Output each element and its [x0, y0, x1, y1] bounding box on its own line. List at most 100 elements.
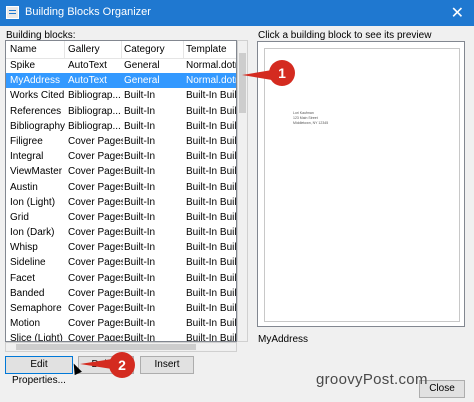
list-item[interactable]: Filigree Cover Pages Built-In Built-In Buil… — [6, 134, 236, 149]
cell-name: MyAddress — [10, 75, 61, 87]
cell-gallery: Bibliograp... — [68, 105, 121, 117]
cell-gallery: Cover Pages — [68, 318, 123, 330]
watermark: groovyPost.com — [316, 371, 428, 388]
cell-gallery: Cover Pages — [68, 135, 123, 147]
scroll-thumb[interactable] — [239, 53, 246, 113]
cell-gallery: Cover Pages — [68, 227, 123, 239]
cell-category: Built-In — [124, 120, 156, 132]
cell-category: Built-In — [124, 135, 156, 147]
edit-properties-button[interactable]: Edit Properties... — [5, 356, 73, 386]
scroll-thumb[interactable] — [16, 344, 196, 350]
cell-name: Semaphore — [10, 303, 62, 314]
cell-name: Ion (Light) — [10, 196, 56, 208]
cell-template: Built-In Buildi... — [186, 166, 237, 178]
cell-gallery: Cover Pages — [68, 257, 123, 269]
column-header-category[interactable]: Category — [124, 44, 165, 55]
cell-gallery: Cover Pages — [68, 303, 123, 314]
cell-category: General — [124, 60, 160, 71]
cell-category: Built-In — [124, 196, 156, 208]
cell-template: Built-In Buildi... — [186, 333, 237, 342]
cell-category: Built-In — [124, 242, 156, 254]
cell-gallery: AutoText — [68, 75, 107, 87]
cell-category: Built-In — [124, 211, 156, 223]
callout-arrow — [242, 70, 272, 80]
cell-name: Ion (Dark) — [10, 227, 55, 239]
cell-gallery: Cover Pages — [68, 211, 123, 223]
cell-name: Whisp — [10, 242, 38, 254]
column-header-template[interactable]: Template — [186, 44, 227, 55]
app-icon — [6, 6, 19, 19]
cell-category: General — [124, 75, 160, 87]
cell-template: Built-In Buildi... — [186, 318, 237, 330]
list-item[interactable]: References Bibliograp... Built-In Built-In … — [6, 104, 237, 119]
vertical-scrollbar[interactable] — [237, 40, 248, 342]
list-item[interactable]: Motion Cover PagesBuilt-In Built-In Buildi… — [6, 316, 237, 331]
cell-category: Built-In — [124, 318, 156, 330]
cell-gallery: Bibliograp... — [68, 90, 121, 102]
cell-name: Facet — [10, 272, 36, 284]
callout-badge-1: 1 — [269, 60, 295, 86]
callout-arrow — [80, 359, 112, 369]
list-item[interactable]: Banded Cover PagesBuilt-In Built-In Buildi… — [6, 286, 237, 301]
preview-page: Lori Kaufman 123 Main Street Middletown,… — [264, 48, 460, 322]
cell-name: References — [10, 105, 62, 117]
list-item[interactable]: Bibliography Bibliograp... Built-In Built-I… — [6, 119, 237, 134]
cell-gallery: Cover Pages — [68, 287, 123, 299]
list-item[interactable]: Semaphore Cover Pages Built-In Built-In Bui… — [6, 301, 237, 316]
cell-name: Motion — [10, 318, 41, 330]
list-item[interactable]: Slice (Light) Cover Pages Built-In Built-In… — [6, 331, 237, 342]
insert-button[interactable]: Insert — [140, 356, 194, 374]
column-header-name[interactable]: Name — [10, 44, 37, 55]
list-item[interactable]: Ion (Light) Cover Pages Built-In Built-In B… — [6, 195, 236, 210]
cell-template: Built-In Buildi... — [186, 287, 237, 299]
cell-gallery: Cover Pages — [68, 181, 123, 193]
list-item[interactable]: Whisp Cover PagesBuilt-In Built-In Buildi.… — [6, 240, 237, 255]
cell-name: Sideline — [10, 257, 46, 269]
cell-template: Built-In Buildi... — [186, 90, 237, 102]
cell-name: Filigree — [10, 135, 43, 147]
cell-template: Normal.dotm — [186, 60, 236, 71]
cell-template: Built-In Buildi... — [186, 105, 237, 117]
list-item[interactable]: Spike AutoText General Normal.dotm — [6, 58, 236, 73]
list-item[interactable]: ViewMaster Cover Pages Built-In Built-In Bu… — [6, 164, 237, 179]
cell-template: Built-In Buildi... — [186, 181, 237, 193]
list-item[interactable]: MyAddress AutoText General Normal.dotm — [6, 73, 236, 89]
cell-category: Built-In — [124, 257, 156, 269]
list-item[interactable]: Austin Cover PagesBuilt-In Built-In Buildi… — [6, 180, 237, 195]
cell-name: Austin — [10, 181, 38, 193]
cell-category: Built-In — [124, 181, 156, 193]
close-icon[interactable]: ✕ — [451, 3, 464, 23]
cell-name: Works Cited — [10, 90, 65, 102]
cell-category: Built-In — [124, 303, 156, 314]
list-item[interactable]: Facet Cover PagesBuilt-In Built-In Buildi.… — [6, 271, 236, 286]
callout-badge-2: 2 — [109, 352, 135, 378]
list-item[interactable]: Works Cited Bibliograp... Built-In Built-In… — [6, 88, 237, 103]
preview-address-text: Lori Kaufman 123 Main Street Middletown,… — [293, 111, 329, 125]
cell-category: Built-In — [124, 90, 156, 102]
cell-category: Built-In — [124, 227, 156, 239]
list-item[interactable]: Grid Cover PagesBuilt-In Built-In Buildi..… — [6, 210, 236, 225]
cell-template: Built-In Buildi... — [186, 257, 237, 269]
cell-template: Built-In Buildi... — [186, 120, 237, 132]
building-blocks-list[interactable]: Name Gallery Category Template Spike Auto… — [5, 40, 237, 342]
cell-template: Built-In Buildi... — [186, 242, 237, 254]
cell-gallery: Cover Pages — [68, 242, 123, 254]
cell-gallery: Cover Pages — [68, 333, 123, 342]
list-item[interactable]: Sideline Cover Pages Built-In Built-In Buil… — [6, 255, 237, 270]
list-item[interactable]: Ion (Dark) Cover Pages Built-In Built-In Bu… — [6, 225, 236, 240]
cell-template: Normal.dotm — [186, 75, 236, 87]
cell-category: Built-In — [124, 151, 156, 163]
column-header-gallery[interactable]: Gallery — [68, 44, 100, 55]
cell-category: Built-In — [124, 272, 156, 284]
cell-template: Built-In Buildi... — [186, 151, 237, 163]
selected-block-name: MyAddress — [258, 334, 309, 345]
cell-gallery: Bibliograp... — [68, 120, 121, 132]
cell-template: Built-In Buildi... — [186, 303, 237, 314]
cell-name: Slice (Light) — [10, 333, 63, 342]
list-item[interactable]: Integral Cover Pages Built-In Built-In Buil… — [6, 149, 237, 164]
horizontal-scrollbar[interactable] — [5, 342, 237, 352]
cell-name: Banded — [10, 287, 45, 299]
preview-label: Click a building block to see its previe… — [258, 30, 432, 41]
cell-gallery: AutoText — [68, 60, 107, 71]
list-header: Name Gallery Category Template — [6, 41, 236, 59]
